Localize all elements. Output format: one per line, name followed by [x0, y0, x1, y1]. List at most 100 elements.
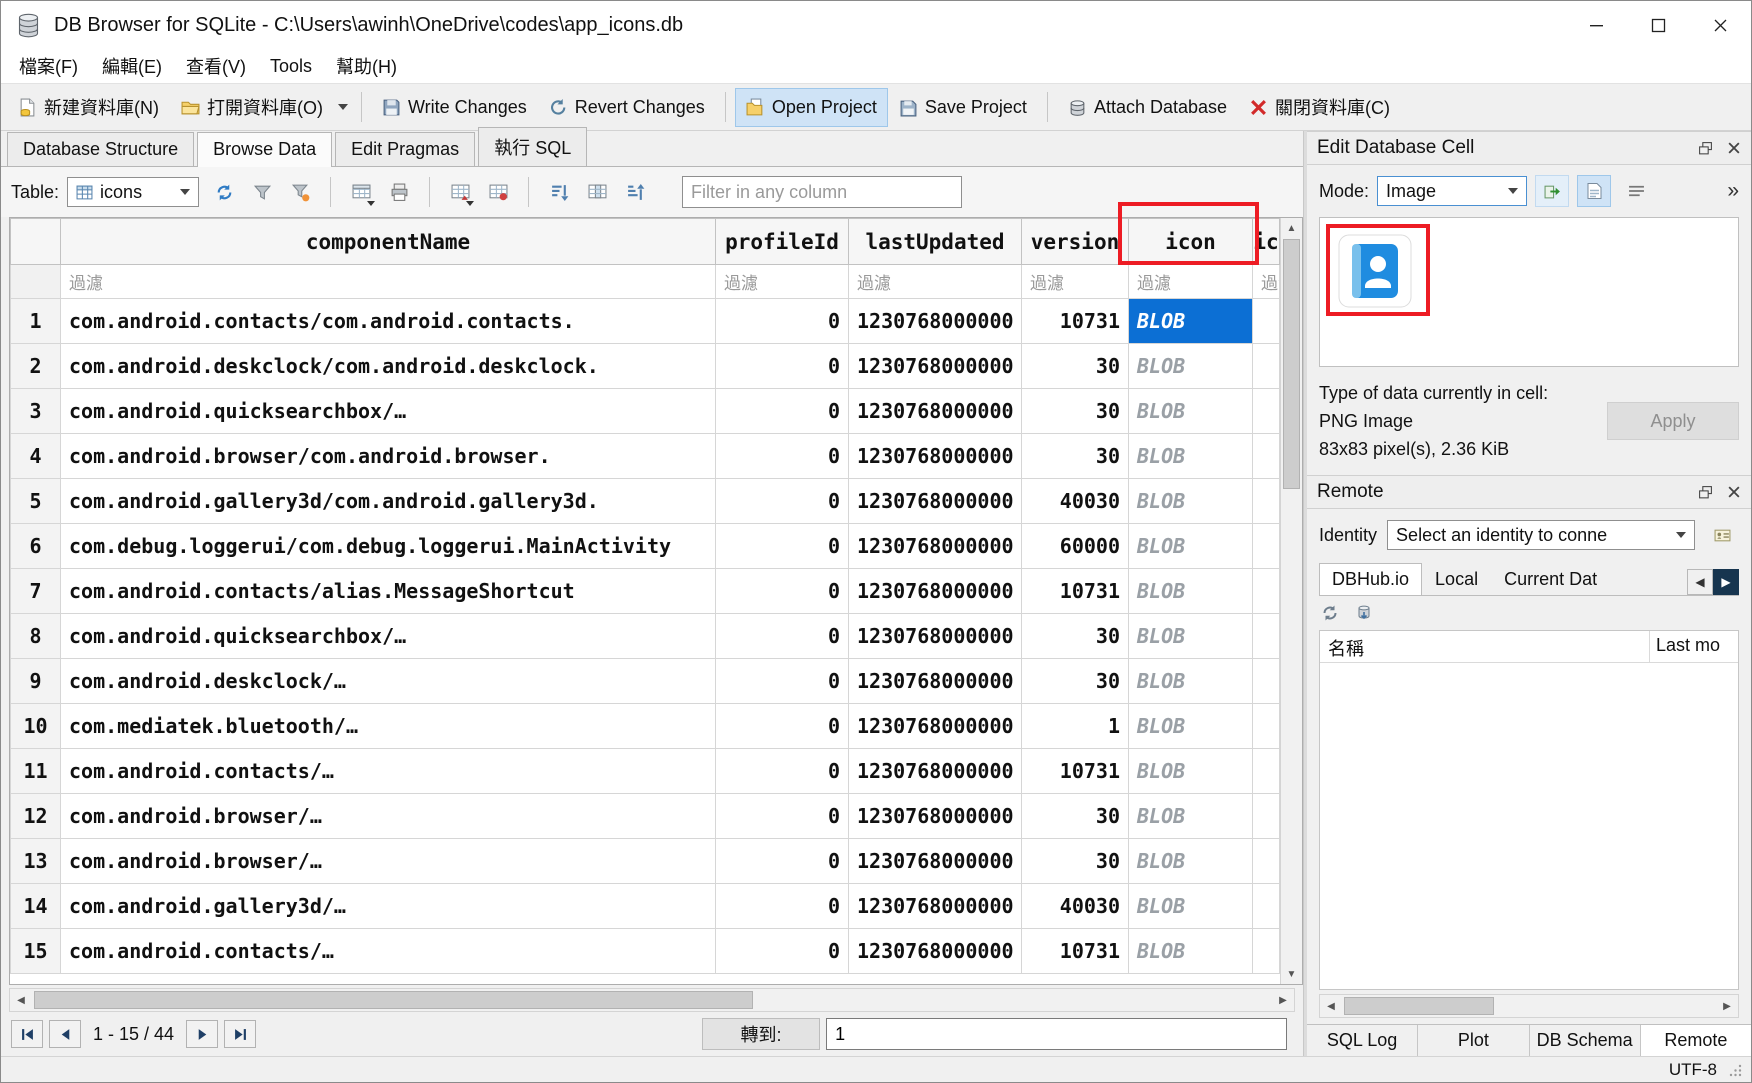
tab-database-structure[interactable]: Database Structure	[7, 132, 194, 166]
vscroll-thumb[interactable]	[1283, 239, 1300, 489]
filter-input-icon[interactable]: 過濾	[1129, 265, 1253, 299]
cell-profileId[interactable]: 0	[716, 704, 849, 749]
cell-icon[interactable]: BLOB	[1129, 299, 1253, 344]
cell-clipped[interactable]	[1253, 569, 1280, 614]
cell-clipped[interactable]	[1253, 749, 1280, 794]
cell-clipped[interactable]	[1253, 299, 1280, 344]
filter-input-lastUpdated[interactable]: 過濾	[849, 265, 1022, 299]
cell-profileId[interactable]: 0	[716, 569, 849, 614]
resize-grip-icon[interactable]	[1727, 1062, 1743, 1078]
cell-clipped[interactable]	[1253, 389, 1280, 434]
cell-version[interactable]: 10731	[1022, 929, 1129, 974]
close-database-button[interactable]: 關閉資料庫(C)	[1238, 85, 1401, 129]
remote-tabs-scroll-left[interactable]: ◀	[1687, 569, 1713, 595]
column-header-profileId[interactable]: profileId	[716, 219, 849, 265]
cell-profileId[interactable]: 0	[716, 479, 849, 524]
cell-profileId[interactable]: 0	[716, 794, 849, 839]
word-wrap-button[interactable]	[1619, 175, 1653, 207]
previous-record-button[interactable]	[49, 1020, 81, 1048]
cell-icon[interactable]: BLOB	[1129, 524, 1253, 569]
cell-profileId[interactable]: 0	[716, 839, 849, 884]
insert-record-button[interactable]	[443, 175, 477, 209]
cell-lastUpdated[interactable]: 1230768000000	[849, 884, 1022, 929]
new-database-button[interactable]: 新建資料庫(N)	[7, 85, 170, 129]
toolbar-overflow-button[interactable]: »	[1727, 179, 1739, 203]
cell-profileId[interactable]: 0	[716, 749, 849, 794]
refresh-button[interactable]	[207, 175, 241, 209]
cell-icon[interactable]: BLOB	[1129, 479, 1253, 524]
image-view-button[interactable]	[1577, 175, 1611, 207]
row-number[interactable]: 4	[11, 434, 61, 479]
cell-version[interactable]: 40030	[1022, 884, 1129, 929]
open-database-button-dropdown[interactable]	[334, 96, 352, 118]
filter-input-componentName[interactable]: 過濾	[61, 265, 716, 299]
table-selector[interactable]: icons	[67, 177, 199, 207]
row-number[interactable]: 10	[11, 704, 61, 749]
cell-lastUpdated[interactable]: 1230768000000	[849, 749, 1022, 794]
scroll-right-icon[interactable]: ▶	[1272, 989, 1294, 1011]
column-header-version[interactable]: version	[1022, 219, 1129, 265]
cell-profileId[interactable]: 0	[716, 929, 849, 974]
dock-tab-remote[interactable]: Remote	[1641, 1025, 1751, 1056]
cell-profileId[interactable]: 0	[716, 884, 849, 929]
cell-componentName[interactable]: com.android.browser/com.android.browser.	[61, 434, 716, 479]
cell-icon[interactable]: BLOB	[1129, 434, 1253, 479]
cell-version[interactable]: 30	[1022, 839, 1129, 884]
scroll-left-icon[interactable]: ◀	[1320, 995, 1342, 1017]
last-record-button[interactable]	[224, 1020, 256, 1048]
goto-record-button[interactable]: 轉到:	[702, 1018, 820, 1050]
cell-componentName[interactable]: com.android.gallery3d/com.android.galler…	[61, 479, 716, 524]
dock-tab-plot[interactable]: Plot	[1418, 1025, 1529, 1056]
close-window-button[interactable]	[1689, 1, 1751, 49]
hscroll-thumb[interactable]	[34, 991, 753, 1009]
remote-tab-current-dat[interactable]: Current Dat	[1491, 563, 1611, 595]
mode-selector[interactable]: Image	[1377, 176, 1527, 206]
next-record-button[interactable]	[186, 1020, 218, 1048]
scroll-left-icon[interactable]: ◀	[10, 989, 32, 1011]
row-number[interactable]: 3	[11, 389, 61, 434]
cell-lastUpdated[interactable]: 1230768000000	[849, 524, 1022, 569]
cell-clipped[interactable]	[1253, 434, 1280, 479]
cell-lastUpdated[interactable]: 1230768000000	[849, 389, 1022, 434]
revert-changes-button[interactable]: Revert Changes	[538, 88, 716, 127]
cell-version[interactable]: 30	[1022, 434, 1129, 479]
cell-lastUpdated[interactable]: 1230768000000	[849, 614, 1022, 659]
identity-selector[interactable]: Select an identity to conne	[1387, 520, 1695, 550]
row-number[interactable]: 12	[11, 794, 61, 839]
column-header-icon[interactable]: icon	[1129, 219, 1253, 265]
remote-horizontal-scrollbar[interactable]: ◀ ▶	[1319, 994, 1739, 1018]
filter-any-column-input[interactable]	[682, 176, 962, 208]
cell-icon[interactable]: BLOB	[1129, 659, 1253, 704]
clone-database-icon[interactable]	[1355, 604, 1373, 622]
maximize-button[interactable]	[1627, 1, 1689, 49]
cell-version[interactable]: 60000	[1022, 524, 1129, 569]
cell-profileId[interactable]: 0	[716, 614, 849, 659]
filter-input-profileId[interactable]: 過濾	[716, 265, 849, 299]
open-database-button[interactable]: 打開資料庫(O)	[170, 85, 334, 129]
tab-edit-pragmas[interactable]: Edit Pragmas	[335, 132, 475, 166]
cell-lastUpdated[interactable]: 1230768000000	[849, 434, 1022, 479]
export-data-button[interactable]	[1535, 175, 1569, 207]
float-panel-icon[interactable]	[1698, 485, 1713, 500]
cell-version[interactable]: 40030	[1022, 479, 1129, 524]
cell-lastUpdated[interactable]: 1230768000000	[849, 929, 1022, 974]
close-panel-icon[interactable]	[1727, 485, 1741, 499]
cell-lastUpdated[interactable]: 1230768000000	[849, 479, 1022, 524]
cell-clipped[interactable]	[1253, 884, 1280, 929]
cell-componentName[interactable]: com.mediatek.bluetooth/…	[61, 704, 716, 749]
tab-browse-data[interactable]: Browse Data	[197, 132, 332, 167]
scroll-down-icon[interactable]: ▼	[1281, 964, 1302, 984]
cell-icon[interactable]: BLOB	[1129, 569, 1253, 614]
write-changes-button[interactable]: Write Changes	[371, 88, 538, 127]
cell-icon[interactable]: BLOB	[1129, 704, 1253, 749]
cell-lastUpdated[interactable]: 1230768000000	[849, 299, 1022, 344]
remote-tab-local[interactable]: Local	[1422, 563, 1491, 595]
sort-desc-button[interactable]	[618, 175, 652, 209]
scroll-right-icon[interactable]: ▶	[1716, 995, 1738, 1017]
cell-profileId[interactable]: 0	[716, 524, 849, 569]
cell-profileId[interactable]: 0	[716, 659, 849, 704]
menu-item-5[interactable]: 幫助(H)	[324, 49, 409, 83]
float-panel-icon[interactable]	[1698, 141, 1713, 156]
row-number[interactable]: 8	[11, 614, 61, 659]
cell-icon[interactable]: BLOB	[1129, 929, 1253, 974]
